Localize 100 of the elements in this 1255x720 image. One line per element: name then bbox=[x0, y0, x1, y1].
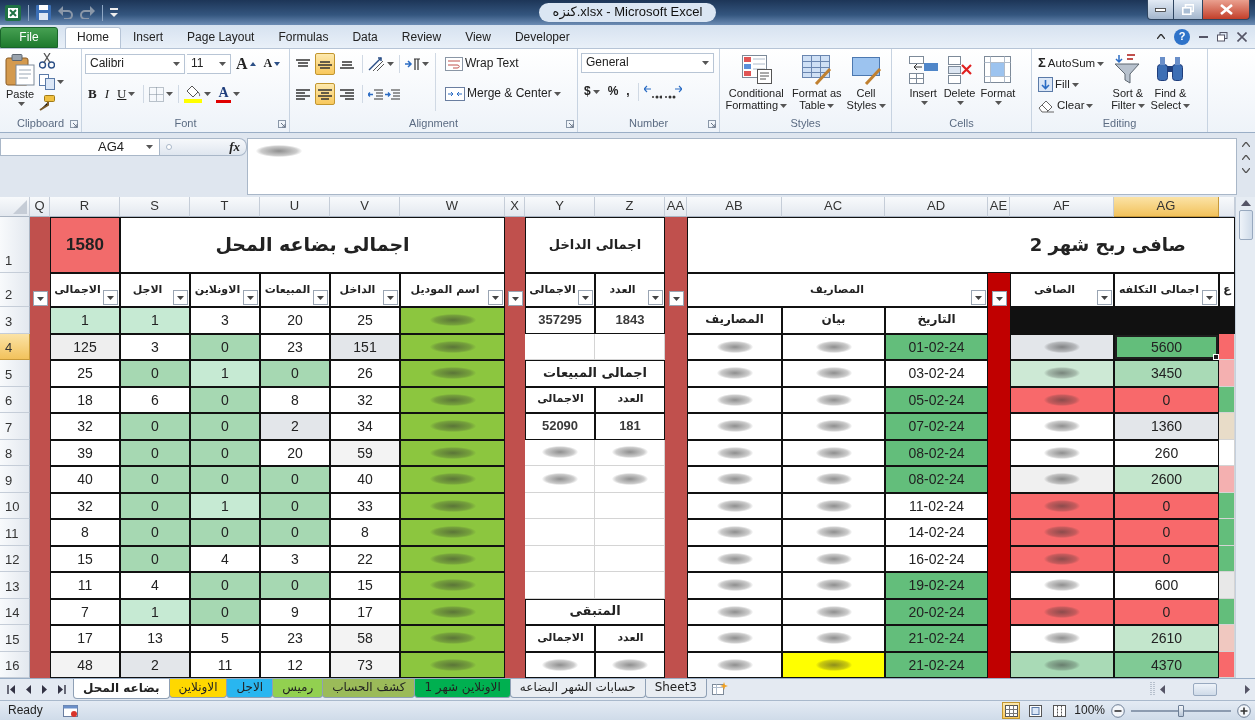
scroll-up-icon[interactable] bbox=[1242, 155, 1250, 160]
redo-icon[interactable] bbox=[80, 6, 95, 19]
normal-view-button[interactable] bbox=[1002, 702, 1021, 719]
column-header[interactable]: S bbox=[120, 197, 190, 217]
last-sheet-icon[interactable] bbox=[57, 684, 66, 694]
sheet-tab[interactable]: الاجل bbox=[226, 679, 274, 698]
close-icon[interactable] bbox=[1237, 31, 1247, 42]
zoom-slider[interactable] bbox=[1131, 704, 1231, 717]
undo-icon[interactable] bbox=[58, 6, 73, 19]
column-header[interactable]: AE bbox=[988, 197, 1010, 217]
column-header[interactable]: AC bbox=[782, 197, 885, 217]
column-header[interactable]: X bbox=[505, 197, 525, 217]
formula-input[interactable] bbox=[247, 138, 1237, 195]
column-header[interactable]: Q bbox=[30, 197, 50, 217]
column-header[interactable]: R bbox=[50, 197, 120, 217]
sheet-tab[interactable]: Sheet3 bbox=[644, 679, 707, 698]
sheet-tab[interactable]: كشف الحساب bbox=[322, 679, 416, 698]
scroll-down-icon[interactable] bbox=[1242, 168, 1250, 173]
row-header[interactable]: 11 bbox=[0, 519, 30, 546]
previous-sheet-icon[interactable] bbox=[25, 684, 32, 694]
number-format-dropdown[interactable]: General bbox=[581, 53, 714, 73]
minimize-button[interactable] bbox=[1147, 0, 1174, 20]
row-header[interactable]: 16 bbox=[0, 651, 30, 678]
row-header[interactable]: 1 bbox=[0, 217, 30, 273]
row-header[interactable]: 10 bbox=[0, 492, 30, 519]
decrease-decimal-icon[interactable] bbox=[663, 85, 682, 99]
percent-button[interactable]: % bbox=[604, 81, 622, 103]
resize-grip-icon[interactable] bbox=[166, 144, 172, 150]
row-header[interactable]: 3 bbox=[0, 307, 30, 334]
ribbon-tab[interactable]: Home bbox=[65, 27, 121, 48]
row-header[interactable]: 14 bbox=[0, 598, 30, 625]
increase-indent-icon[interactable] bbox=[385, 88, 400, 100]
ribbon-tab[interactable]: Insert bbox=[121, 27, 176, 48]
column-header[interactable]: T bbox=[190, 197, 260, 217]
grow-font-button[interactable]: A bbox=[233, 53, 259, 75]
column-header[interactable]: AG bbox=[1114, 197, 1219, 217]
first-sheet-icon[interactable] bbox=[7, 684, 16, 694]
scrollbar-thumb[interactable] bbox=[1193, 682, 1217, 696]
cut-icon[interactable] bbox=[39, 53, 55, 69]
filter-button[interactable] bbox=[1202, 290, 1217, 305]
ribbon-tab[interactable]: View bbox=[453, 27, 503, 48]
save-icon[interactable] bbox=[36, 5, 51, 20]
restore-icon[interactable] bbox=[1217, 31, 1228, 42]
delete-button[interactable]: Delete bbox=[941, 53, 978, 107]
wrap-text-button[interactable]: Wrap Text bbox=[442, 53, 574, 75]
filter-button[interactable] bbox=[507, 291, 523, 306]
font-color-button[interactable]: A bbox=[213, 83, 243, 105]
filter-button[interactable] bbox=[243, 290, 258, 305]
row-header[interactable]: 12 bbox=[0, 545, 30, 572]
font-name-dropdown[interactable]: Calibri bbox=[85, 54, 185, 74]
row-header[interactable]: 4 bbox=[0, 333, 30, 360]
dialog-launcher-icon[interactable] bbox=[278, 119, 286, 128]
dialog-launcher-icon[interactable] bbox=[708, 119, 716, 128]
sheet-tab[interactable]: بضاعه المحل bbox=[73, 679, 170, 699]
page-break-view-button[interactable] bbox=[1050, 702, 1069, 719]
text-direction-icon[interactable] bbox=[405, 57, 420, 71]
scroll-up-icon[interactable] bbox=[1240, 200, 1251, 206]
clear-button[interactable]: Clear bbox=[1035, 95, 1108, 116]
filter-button[interactable] bbox=[32, 291, 48, 306]
row-header[interactable]: 5 bbox=[0, 360, 30, 387]
filter-button[interactable] bbox=[991, 291, 1007, 306]
conditional-formatting-button[interactable]: Conditional Formatting bbox=[723, 53, 790, 113]
filter-button[interactable] bbox=[648, 290, 663, 305]
name-box[interactable]: AG4 bbox=[0, 138, 160, 156]
shrink-font-button[interactable]: A bbox=[260, 53, 284, 75]
align-center-button[interactable] bbox=[315, 83, 335, 105]
dialog-launcher-icon[interactable] bbox=[70, 119, 78, 128]
scroll-right-icon[interactable] bbox=[1244, 684, 1251, 694]
column-header[interactable]: Y bbox=[525, 197, 595, 217]
format-painter-icon[interactable] bbox=[39, 95, 55, 111]
row-header[interactable]: 6 bbox=[0, 386, 30, 413]
insert-sheet-icon[interactable] bbox=[711, 682, 728, 695]
fill-color-icon[interactable] bbox=[184, 85, 203, 103]
dialog-launcher-icon[interactable] bbox=[566, 119, 574, 128]
bold-button[interactable]: B bbox=[85, 83, 100, 105]
ribbon-tab[interactable]: Data bbox=[340, 27, 390, 48]
merge-center-button[interactable]: Merge & Center bbox=[442, 83, 574, 105]
italic-button[interactable]: I bbox=[101, 83, 112, 105]
zoom-out-icon[interactable] bbox=[1111, 703, 1125, 718]
record-macro-icon[interactable] bbox=[62, 704, 78, 717]
row-header[interactable]: 8 bbox=[0, 439, 30, 466]
next-sheet-icon[interactable] bbox=[41, 684, 48, 694]
filter-button[interactable] bbox=[383, 290, 398, 305]
column-header[interactable]: AB bbox=[687, 197, 782, 217]
file-tab[interactable]: File bbox=[0, 27, 58, 48]
filter-button[interactable] bbox=[313, 290, 328, 305]
minimize-icon[interactable] bbox=[1199, 35, 1208, 38]
row-header[interactable]: 9 bbox=[0, 466, 30, 493]
format-button[interactable]: Format bbox=[978, 53, 1018, 107]
fill-button[interactable]: Fill bbox=[1035, 74, 1108, 95]
scroll-left-icon[interactable] bbox=[1159, 684, 1166, 694]
filter-button[interactable] bbox=[1097, 290, 1112, 305]
zoom-slider-thumb[interactable] bbox=[1178, 704, 1184, 717]
ribbon-tab[interactable]: Review bbox=[389, 27, 454, 48]
help-button[interactable]: ? bbox=[1174, 28, 1190, 45]
collapse-formula-bar-icon[interactable] bbox=[1242, 142, 1250, 147]
row-header[interactable]: 13 bbox=[0, 572, 30, 599]
filter-button[interactable] bbox=[668, 291, 684, 306]
currency-button[interactable]: $ bbox=[581, 81, 603, 103]
decrease-indent-icon[interactable] bbox=[368, 88, 383, 100]
